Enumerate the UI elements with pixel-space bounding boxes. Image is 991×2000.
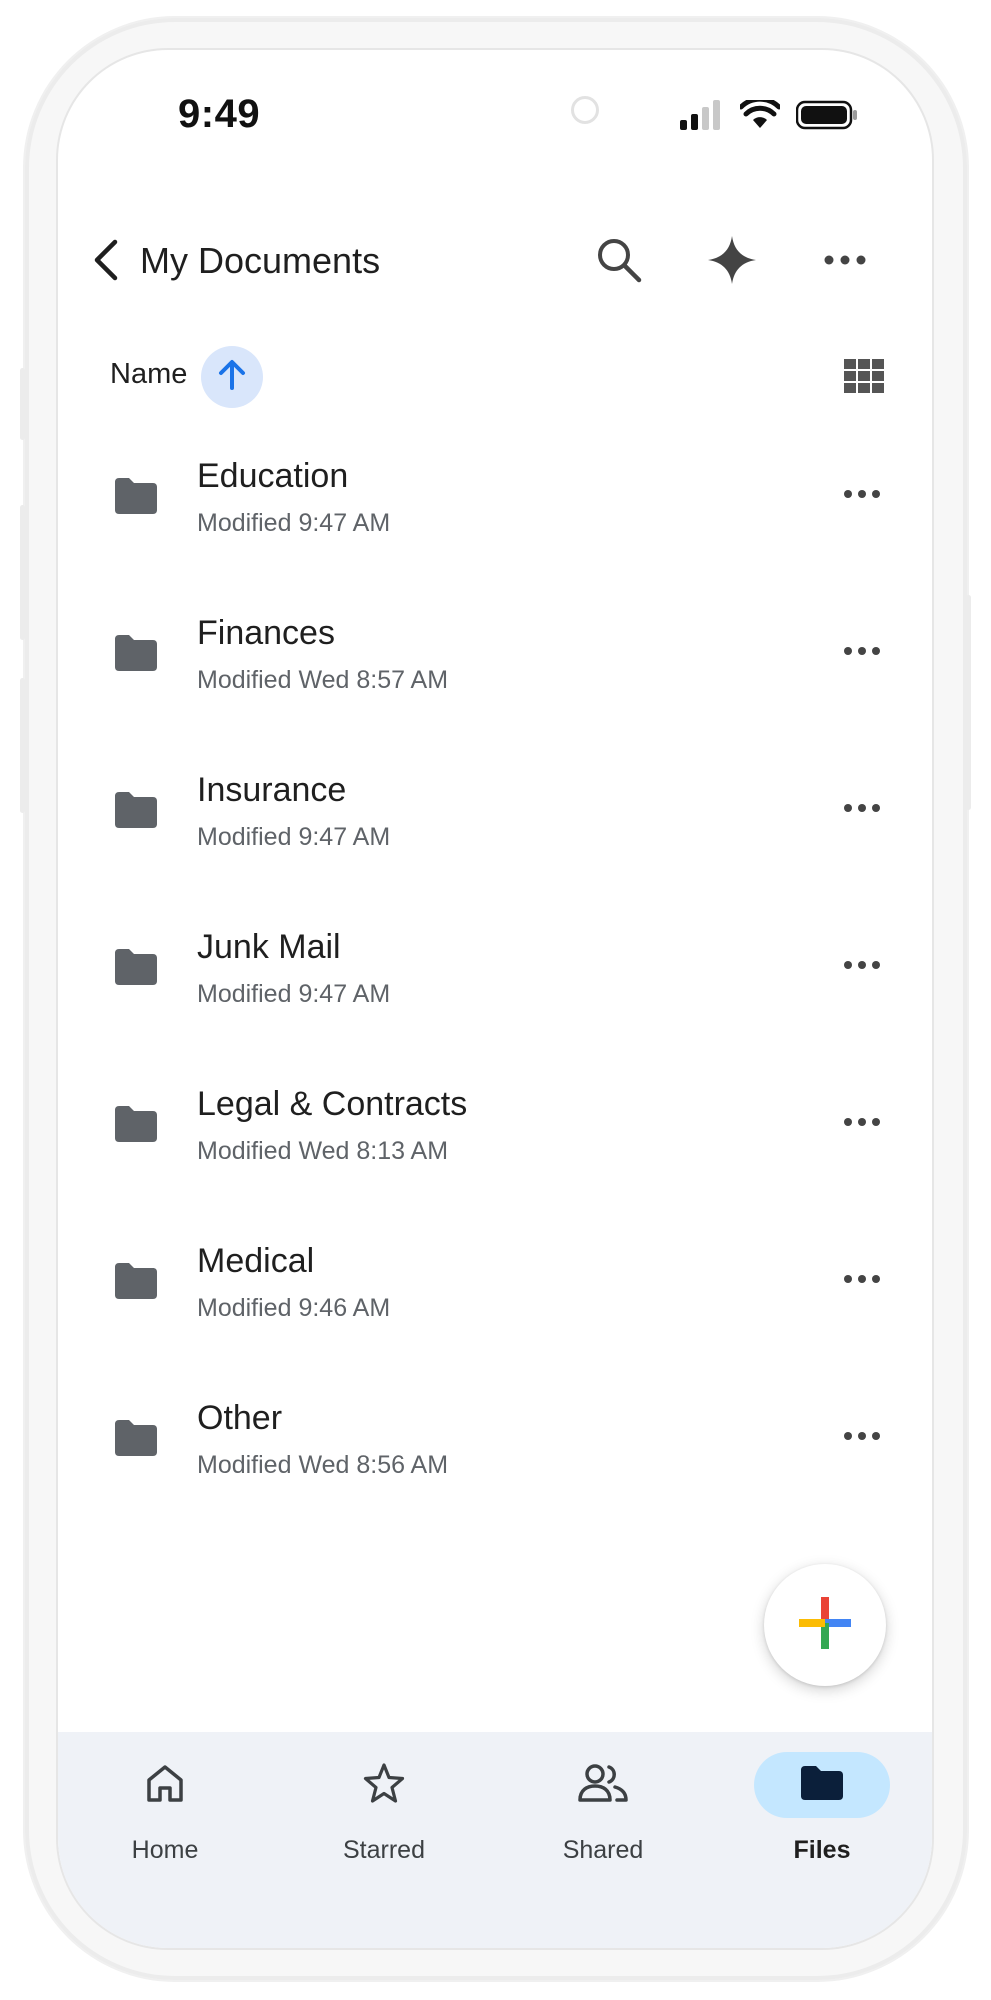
- folder-icon: [114, 634, 158, 671]
- file-row[interactable]: Insurance Modified 9:47 AM: [58, 749, 932, 906]
- nav-item-files[interactable]: Files: [742, 1752, 902, 1882]
- nav-label: Home: [131, 1836, 199, 1864]
- folder-icon: [799, 1764, 845, 1807]
- nav-icon-container: [316, 1752, 452, 1818]
- more-horizontal-icon: [843, 957, 881, 975]
- signal-icon: [680, 100, 724, 135]
- folder-icon: [114, 948, 158, 985]
- file-modified: Modified Wed 8:56 AM: [197, 1451, 449, 1479]
- more-horizontal-icon: [823, 253, 867, 271]
- sort-row: Name: [58, 340, 932, 410]
- file-name: Junk Mail: [197, 928, 341, 966]
- back-button[interactable]: [76, 232, 136, 292]
- wifi-icon: [738, 96, 782, 135]
- file-row[interactable]: Other Modified Wed 8:56 AM: [58, 1377, 932, 1534]
- star-icon: [362, 1761, 406, 1810]
- device-side-button: [20, 368, 25, 440]
- file-modified: Modified Wed 8:57 AM: [197, 666, 449, 694]
- file-name: Finances: [197, 614, 335, 652]
- folder-icon: [114, 477, 158, 514]
- app-bar: My Documents: [58, 220, 932, 310]
- people-icon: [577, 1763, 629, 1808]
- folder-icon: [114, 791, 158, 828]
- file-more-button[interactable]: [832, 1250, 892, 1310]
- chevron-left-icon: [89, 238, 123, 287]
- more-horizontal-icon: [843, 486, 881, 504]
- search-icon: [595, 236, 643, 289]
- file-more-button[interactable]: [832, 1093, 892, 1153]
- nav-icon-container: [97, 1752, 233, 1818]
- sparkle-icon: [706, 234, 758, 291]
- file-modified: Modified 9:47 AM: [197, 980, 391, 1008]
- more-horizontal-icon: [843, 1271, 881, 1289]
- home-icon: [144, 1762, 186, 1809]
- folder-icon: [114, 1262, 158, 1299]
- file-modified: Modified 9:47 AM: [197, 823, 391, 851]
- status-time: 9:49: [178, 92, 261, 136]
- grid-view-icon: [844, 358, 884, 398]
- file-more-button[interactable]: [832, 1407, 892, 1467]
- nav-item-starred[interactable]: Starred: [304, 1752, 464, 1882]
- file-row[interactable]: Medical Modified 9:46 AM: [58, 1220, 932, 1377]
- file-modified: Modified Wed 8:13 AM: [197, 1137, 449, 1165]
- file-row[interactable]: Finances Modified Wed 8:57 AM: [58, 592, 932, 749]
- status-bar: 9:49: [58, 50, 932, 170]
- file-more-button[interactable]: [832, 622, 892, 682]
- device-side-button: [20, 505, 25, 640]
- sort-direction-button[interactable]: [201, 346, 263, 408]
- folder-icon: [114, 1105, 158, 1142]
- file-name: Education: [197, 457, 349, 495]
- file-row[interactable]: Education Modified 9:47 AM: [58, 435, 932, 592]
- more-horizontal-icon: [843, 643, 881, 661]
- file-list: Education Modified 9:47 AM Finances Modifie…: [58, 435, 932, 1534]
- nav-icon-container: [754, 1752, 890, 1818]
- more-horizontal-icon: [843, 800, 881, 818]
- file-row[interactable]: Junk Mail Modified 9:47 AM: [58, 906, 932, 1063]
- grid-view-button[interactable]: [836, 350, 892, 406]
- status-icons: [680, 96, 858, 135]
- page-title: My Documents: [140, 240, 381, 281]
- gemini-button[interactable]: [700, 230, 764, 294]
- file-more-button[interactable]: [832, 779, 892, 839]
- sort-label[interactable]: Name: [110, 358, 187, 391]
- file-name: Insurance: [197, 771, 347, 809]
- file-more-button[interactable]: [832, 465, 892, 525]
- new-button[interactable]: [764, 1564, 886, 1686]
- nav-label: Shared: [562, 1836, 644, 1864]
- battery-icon: [795, 100, 858, 135]
- search-button[interactable]: [587, 230, 651, 294]
- screen: 9:49 My Documents Name Education Modifie…: [58, 50, 932, 1948]
- file-name: Other: [197, 1399, 283, 1437]
- more-horizontal-icon: [843, 1428, 881, 1446]
- device-side-button: [20, 678, 25, 813]
- folder-icon: [114, 1419, 158, 1456]
- file-more-button[interactable]: [832, 936, 892, 996]
- nav-label: Starred: [343, 1836, 425, 1864]
- nav-icon-container: [535, 1752, 671, 1818]
- file-modified: Modified 9:46 AM: [197, 1294, 391, 1322]
- file-name: Legal & Contracts: [197, 1085, 468, 1123]
- file-name: Medical: [197, 1242, 315, 1280]
- nav-item-home[interactable]: Home: [85, 1752, 245, 1882]
- more-options-button[interactable]: [813, 230, 877, 294]
- file-row[interactable]: Legal & Contracts Modified Wed 8:13 AM: [58, 1063, 932, 1220]
- more-horizontal-icon: [843, 1114, 881, 1132]
- front-camera: [571, 96, 599, 124]
- nav-item-shared[interactable]: Shared: [523, 1752, 683, 1882]
- bottom-navigation: Home Starred Shared Files: [58, 1732, 932, 1948]
- file-modified: Modified 9:47 AM: [197, 509, 391, 537]
- device-side-button: [966, 595, 971, 810]
- nav-label: Files: [793, 1836, 851, 1864]
- plus-icon: [797, 1595, 853, 1656]
- arrow-up-icon: [217, 359, 247, 396]
